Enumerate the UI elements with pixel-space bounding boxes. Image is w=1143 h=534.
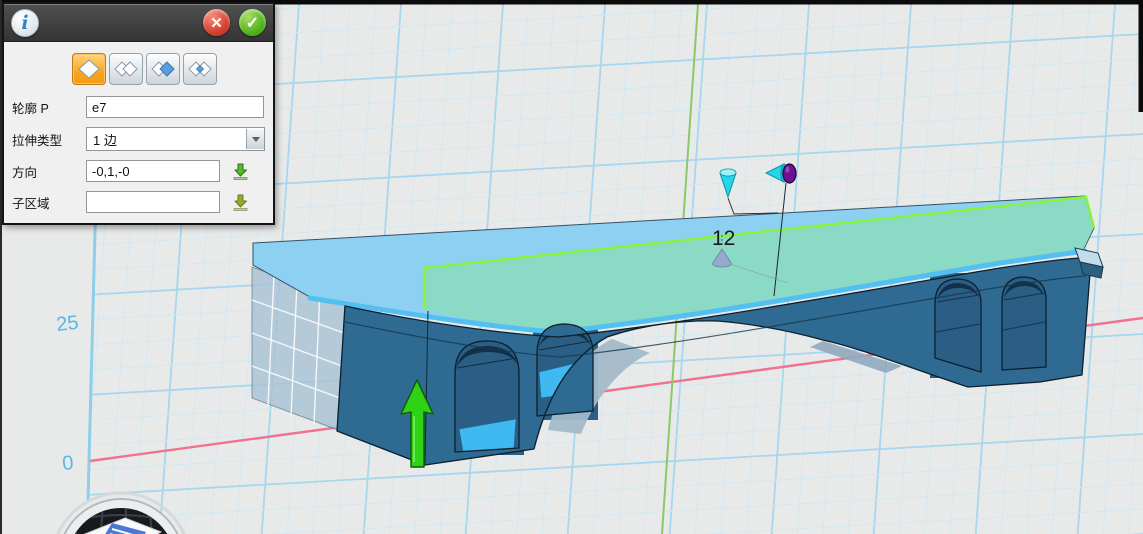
confirm-button[interactable]: ✓ (239, 9, 266, 36)
direction-label: 方向 (12, 162, 86, 181)
cad-application-window: 25 0 (0, 0, 1143, 534)
profile-field-row: 轮廓 P (12, 96, 265, 118)
mode-single-profile-button[interactable] (72, 53, 106, 85)
double-diamond-icon (114, 60, 138, 78)
direction-pick-button[interactable] (231, 162, 250, 181)
cancel-button[interactable]: ✕ (203, 9, 230, 36)
subregion-input[interactable] (86, 191, 220, 213)
direction-input[interactable] (86, 160, 220, 182)
profile-input[interactable] (86, 96, 264, 118)
single-diamond-icon (78, 59, 100, 79)
subregion-label: 子区域 (12, 193, 86, 212)
extrude-mode-toolbar (72, 53, 265, 85)
height-dimension-label: 12 (712, 227, 735, 250)
purple-knob[interactable] (783, 164, 796, 183)
axis-label-25: 25 (55, 312, 79, 336)
extrude-type-dropdown[interactable]: 1 边 (86, 127, 265, 151)
extrude-type-field-row: 拉伸类型 1 边 (12, 127, 265, 151)
extrude-command-dialog: i ✕ ✓ (2, 2, 275, 225)
diamond-blue-diamond-icon (151, 60, 175, 78)
dropdown-button[interactable] (246, 129, 264, 149)
chevron-down-icon (252, 137, 260, 142)
profile-label: 轮廓 P (12, 98, 86, 117)
mode-double-profile-button[interactable] (109, 53, 143, 85)
pick-arrow-icon (231, 162, 250, 181)
extrude-type-label: 拉伸类型 (12, 130, 86, 149)
pick-arrow-icon (231, 193, 250, 212)
right-border-strip (1139, 0, 1143, 112)
subregion-field-row: 子区域 (12, 191, 265, 213)
dialog-header[interactable]: i ✕ ✓ (4, 4, 273, 42)
diamond-dot-icon (188, 60, 212, 78)
dialog-body: 轮廓 P 拉伸类型 1 边 方向 (4, 42, 273, 223)
subregion-pick-button[interactable] (231, 193, 250, 212)
direction-field-row: 方向 (12, 160, 265, 182)
knob-highlight (786, 166, 790, 172)
info-icon[interactable]: i (11, 9, 39, 37)
extrude-type-value: 1 边 (87, 130, 246, 149)
axis-label-0: 0 (61, 452, 74, 475)
mode-profile-solid-button[interactable] (146, 53, 180, 85)
mode-profile-point-button[interactable] (183, 53, 217, 85)
